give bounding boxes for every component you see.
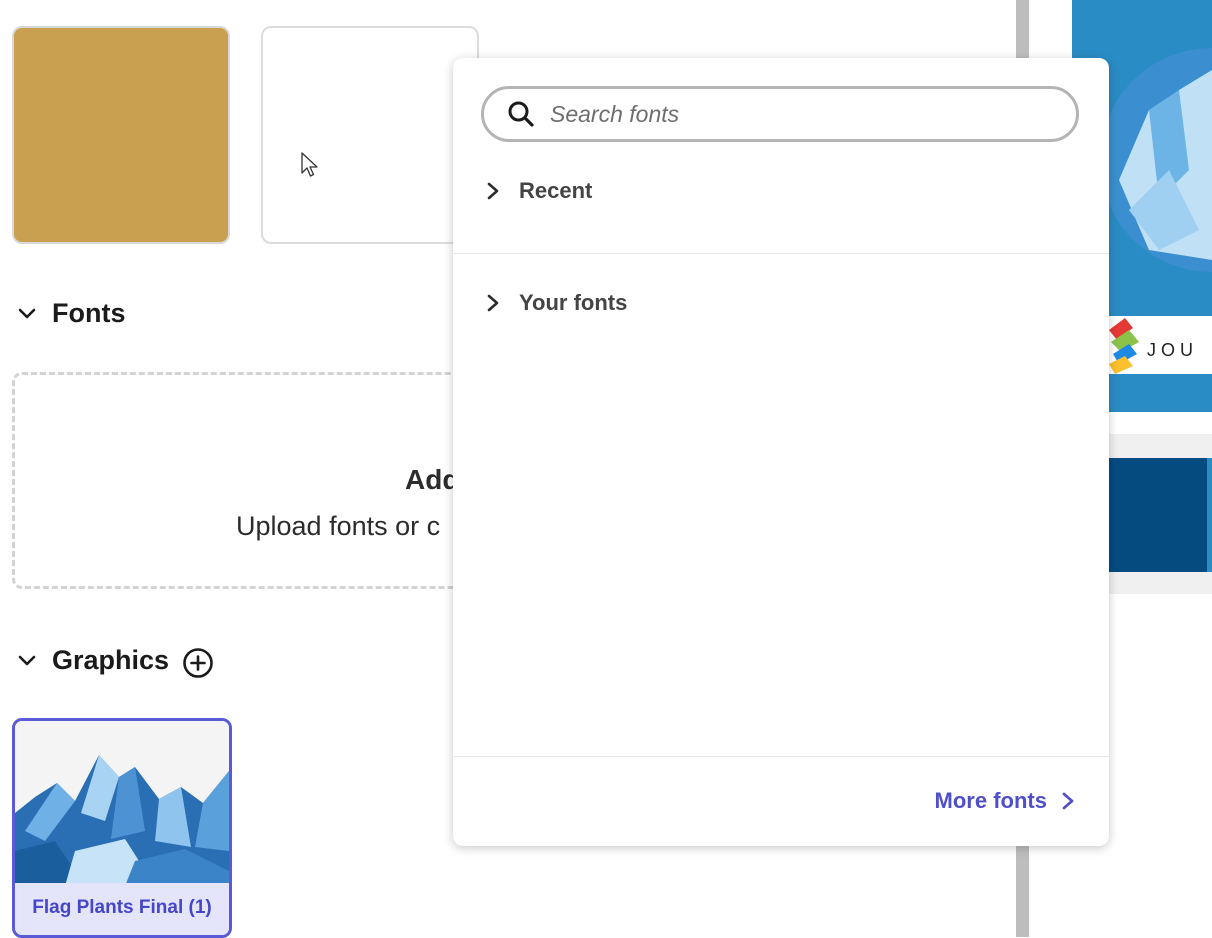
graphic-caption: Flag Plants Final (1) <box>15 883 229 935</box>
more-fonts-label: More fonts <box>934 788 1047 813</box>
fonts-section-header[interactable]: Fonts <box>16 298 126 329</box>
search-fonts-input[interactable] <box>548 99 1052 129</box>
more-fonts-link[interactable]: More fonts <box>935 788 1075 814</box>
font-group-label: Your fonts <box>519 290 628 315</box>
fonts-section-title: Fonts <box>52 298 126 328</box>
chevron-right-icon <box>487 294 499 312</box>
font-group-label: Recent <box>519 178 593 203</box>
dropzone-subtitle: Upload fonts or c <box>236 511 441 541</box>
font-group-your-fonts[interactable]: Your fonts <box>485 290 627 316</box>
search-icon <box>508 101 534 127</box>
preview-brand-text: JOU <box>1147 340 1198 360</box>
chevron-right-icon <box>1062 792 1074 810</box>
chevron-down-icon <box>18 655 36 665</box>
divider <box>453 756 1109 757</box>
color-swatch-gold[interactable] <box>12 26 230 244</box>
color-swatch-empty[interactable] <box>261 26 479 244</box>
graphics-section-header[interactable]: Graphics <box>16 645 169 676</box>
font-group-recent[interactable]: Recent <box>485 178 592 204</box>
mountain-thumbnail <box>15 721 229 886</box>
add-graphic-icon[interactable] <box>182 647 214 679</box>
graphic-card[interactable]: Flag Plants Final (1) <box>12 718 232 938</box>
mouse-cursor-icon <box>301 152 318 177</box>
graphics-section-title: Graphics <box>52 645 170 675</box>
dropzone-title: Add <box>405 464 460 495</box>
font-picker-popover: Recent Your fonts More fonts <box>453 58 1109 846</box>
font-search-box[interactable] <box>481 86 1079 142</box>
chevron-right-icon <box>487 182 499 200</box>
divider <box>453 253 1109 254</box>
chevron-down-icon <box>18 308 36 318</box>
